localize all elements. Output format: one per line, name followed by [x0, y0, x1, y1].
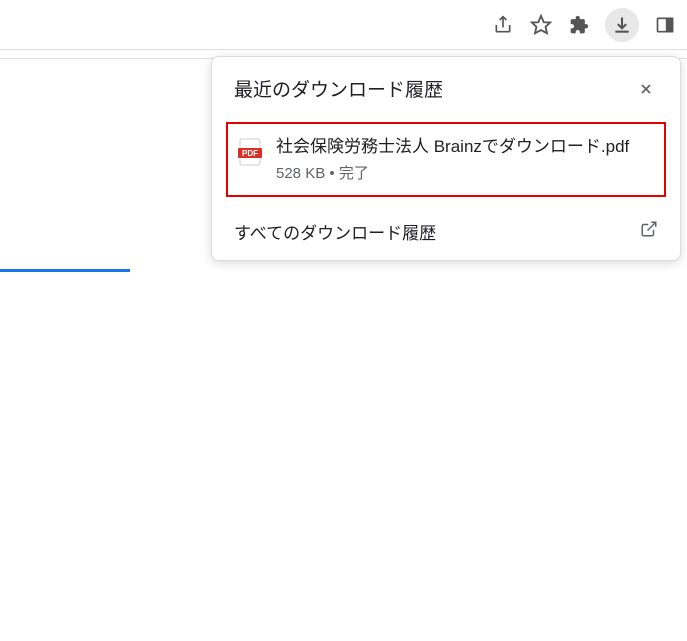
loading-progress — [0, 269, 130, 272]
share-icon[interactable] — [491, 13, 515, 37]
close-icon — [638, 81, 654, 97]
downloads-button[interactable] — [605, 8, 639, 42]
svg-text:PDF: PDF — [242, 149, 258, 158]
close-button[interactable] — [634, 77, 658, 101]
open-external-icon — [640, 220, 658, 243]
download-status: 完了 — [339, 165, 369, 182]
browser-toolbar — [0, 0, 687, 50]
download-item[interactable]: PDF 社会保険労務士法人 Brainzでダウンロード.pdf 528 KB •… — [226, 122, 666, 197]
dropdown-title: 最近のダウンロード履歴 — [234, 75, 443, 102]
download-size: 528 KB — [276, 165, 325, 182]
download-meta: 528 KB • 完了 — [276, 162, 654, 183]
pdf-icon: PDF — [238, 138, 262, 166]
downloads-dropdown: 最近のダウンロード履歴 PDF 社会保険労務士法人 Brainzでダウンロード.… — [211, 56, 681, 261]
download-info: 社会保険労務士法人 Brainzでダウンロード.pdf 528 KB • 完了 — [276, 136, 654, 183]
download-filename: 社会保険労務士法人 Brainzでダウンロード.pdf — [276, 136, 654, 158]
star-icon[interactable] — [529, 13, 553, 37]
download-icon — [610, 13, 634, 37]
meta-separator: • — [325, 165, 339, 182]
all-downloads-label: すべてのダウンロード履歴 — [234, 219, 436, 244]
dropdown-header: 最近のダウンロード履歴 — [212, 75, 680, 114]
sidepanel-icon[interactable] — [653, 13, 677, 37]
all-downloads-link[interactable]: すべてのダウンロード履歴 — [212, 211, 680, 244]
puzzle-icon[interactable] — [567, 13, 591, 37]
